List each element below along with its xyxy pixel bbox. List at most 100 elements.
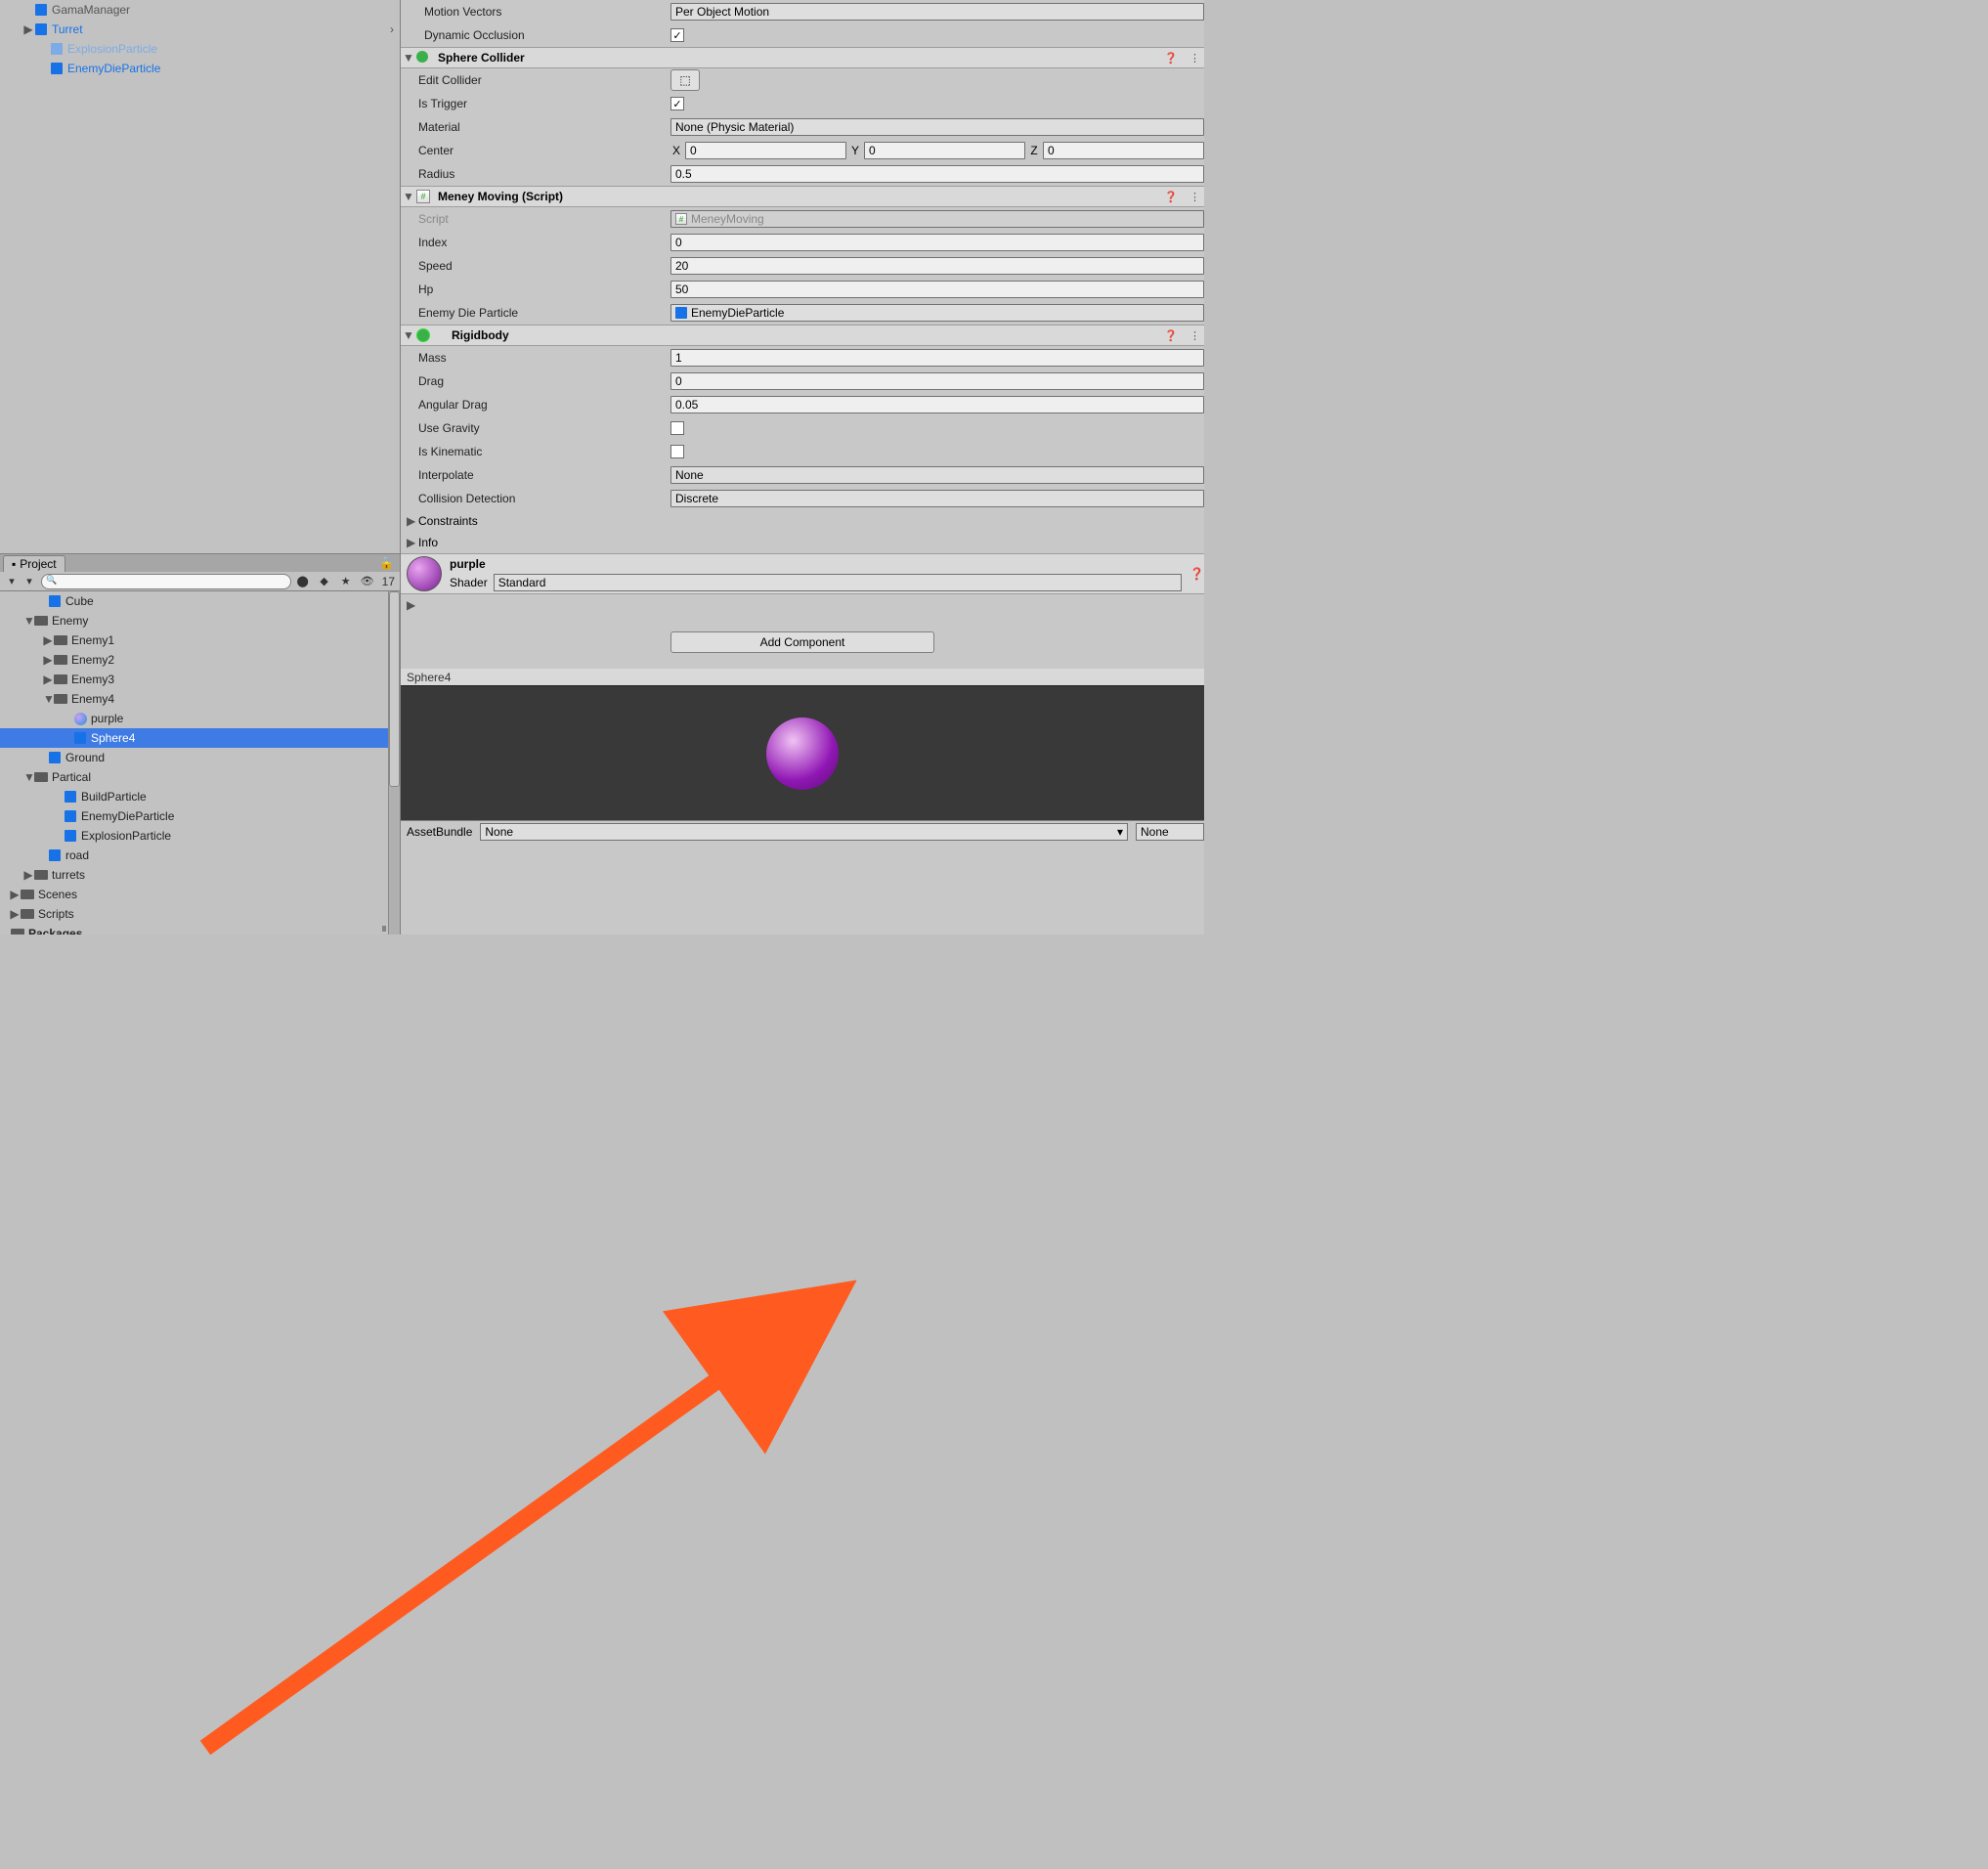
component-menu-icon[interactable]: ⋮	[1186, 329, 1204, 342]
help-icon[interactable]: ❓	[1160, 329, 1182, 342]
expand-arrow-icon[interactable]: ▼	[23, 770, 33, 784]
project-item[interactable]: BuildParticle	[0, 787, 400, 806]
index-label: Index	[407, 236, 670, 249]
assetbundle-name-dropdown[interactable]: None▾	[480, 823, 1128, 841]
create-dropdown[interactable]: ▾	[2, 573, 22, 590]
expand-arrow-icon[interactable]: ▶	[43, 673, 53, 686]
expand-arrow-icon[interactable]: ▶	[23, 22, 33, 36]
help-icon[interactable]: ❓	[1189, 567, 1204, 581]
assetbundle-variant-dropdown[interactable]: None	[1136, 823, 1204, 841]
is-kinematic-checkbox[interactable]	[670, 445, 684, 458]
expand-arrow-icon[interactable]: ▶	[43, 653, 53, 667]
help-icon[interactable]: ❓	[1160, 52, 1182, 65]
radius-input[interactable]	[670, 165, 1204, 183]
project-tab[interactable]: ▪ Project	[3, 555, 65, 572]
hierarchy-item-label: GamaManager	[52, 3, 400, 17]
folder-icon	[53, 632, 68, 648]
project-item[interactable]: ▶Enemy1	[0, 630, 400, 650]
project-item-label: turrets	[52, 868, 400, 882]
component-menu-icon[interactable]: ⋮	[1186, 52, 1204, 65]
expand-arrow-icon[interactable]: ▼	[43, 692, 53, 706]
sphere-collider-header[interactable]: ▼ Sphere Collider ❓ ⋮	[401, 47, 1204, 68]
project-item-label: road	[65, 848, 400, 862]
hp-input[interactable]	[670, 281, 1204, 298]
mass-input[interactable]	[670, 349, 1204, 367]
edit-collider-button[interactable]: ⬚	[670, 69, 700, 91]
project-item[interactable]: ▶Enemy2	[0, 650, 400, 670]
is-trigger-checkbox[interactable]	[670, 97, 684, 110]
is-trigger-label: Is Trigger	[407, 97, 670, 110]
project-item[interactable]: Sphere4	[0, 728, 400, 748]
assetbundle-label: AssetBundle	[407, 825, 472, 839]
enemy-die-label: Enemy Die Particle	[407, 306, 670, 320]
save-search-icon[interactable]: ★	[336, 573, 356, 590]
project-item-label: ExplosionParticle	[81, 829, 400, 843]
drag-input[interactable]	[670, 372, 1204, 390]
material-name: purple	[450, 557, 1182, 571]
project-item[interactable]: EnemyDieParticle	[0, 806, 400, 826]
project-icon-size-slider[interactable]	[382, 926, 386, 932]
component-menu-icon[interactable]: ⋮	[1186, 191, 1204, 203]
hidden-packages-icon[interactable]: 👁	[358, 573, 377, 590]
hierarchy-item[interactable]: EnemyDieParticle	[0, 59, 400, 78]
project-item[interactable]: ▶ turrets	[0, 865, 400, 885]
hierarchy-item[interactable]: ExplosionParticle	[0, 39, 400, 59]
center-y-input[interactable]	[864, 142, 1025, 159]
center-x-input[interactable]	[685, 142, 846, 159]
project-search-input[interactable]	[41, 574, 291, 589]
preview-viewport[interactable]	[401, 686, 1204, 820]
lock-icon[interactable]: 🔒	[379, 556, 400, 570]
shader-dropdown[interactable]: Standard	[494, 574, 1182, 591]
project-item[interactable]: Packages	[0, 924, 400, 934]
gameobject-icon	[675, 307, 687, 319]
prefab-icon	[63, 789, 78, 804]
dynamic-occlusion-checkbox[interactable]	[670, 28, 684, 42]
create-dropdown-2[interactable]: ▾	[20, 573, 39, 590]
center-z-input[interactable]	[1043, 142, 1204, 159]
filter-by-label-icon[interactable]: ◆	[315, 573, 334, 590]
expand-arrow-icon[interactable]: ▼	[23, 614, 33, 628]
enemy-die-particle-field[interactable]: EnemyDieParticle	[670, 304, 1204, 322]
rigidbody-header[interactable]: ▼ Rigidbody ❓ ⋮	[401, 325, 1204, 346]
project-item[interactable]: ▼Enemy4	[0, 689, 400, 709]
project-item[interactable]: ExplosionParticle	[0, 826, 400, 846]
constraints-foldout[interactable]: ▶Constraints	[401, 510, 1204, 532]
index-input[interactable]	[670, 234, 1204, 251]
project-tab-icon: ▪	[12, 557, 16, 571]
motion-vectors-dropdown[interactable]: Per Object Motion	[670, 3, 1204, 21]
angular-drag-input[interactable]	[670, 396, 1204, 413]
use-gravity-checkbox[interactable]	[670, 421, 684, 435]
collider-material-field[interactable]: None (Physic Material)	[670, 118, 1204, 136]
project-item[interactable]: ▼Enemy	[0, 611, 400, 630]
meney-moving-header[interactable]: ▼ # Meney Moving (Script) ❓ ⋮	[401, 186, 1204, 207]
folder-icon	[53, 672, 68, 687]
project-item[interactable]: purple	[0, 709, 400, 728]
hierarchy-item[interactable]: ▶Turret›	[0, 20, 400, 39]
expand-arrow-icon[interactable]: ▶	[43, 633, 53, 647]
project-item[interactable]: road	[0, 846, 400, 865]
help-icon[interactable]: ❓	[1160, 191, 1182, 203]
project-item[interactable]: Ground	[0, 748, 400, 767]
material-foldout[interactable]: ▶	[401, 594, 1204, 616]
project-item[interactable]: ▶Scenes	[0, 885, 400, 904]
dynamic-occlusion-label: Dynamic Occlusion	[407, 28, 670, 42]
info-foldout[interactable]: ▶Info	[401, 532, 1204, 553]
project-item[interactable]: ▶Scripts	[0, 904, 400, 924]
interpolate-dropdown[interactable]: None	[670, 466, 1204, 484]
prefab-icon	[63, 828, 78, 844]
project-item[interactable]: Cube	[0, 591, 400, 611]
expand-arrow-icon[interactable]: ▶	[23, 868, 33, 882]
filter-by-type-icon[interactable]: ⬤	[293, 573, 313, 590]
add-component-button[interactable]: Add Component	[670, 631, 934, 653]
chevron-right-icon[interactable]: ›	[390, 22, 400, 36]
project-scrollbar[interactable]	[388, 591, 400, 934]
expand-arrow-icon[interactable]: ▶	[10, 888, 20, 901]
project-item[interactable]: ▶Enemy3	[0, 670, 400, 689]
collision-detection-dropdown[interactable]: Discrete	[670, 490, 1204, 507]
speed-input[interactable]	[670, 257, 1204, 275]
project-item[interactable]: ▼Partical	[0, 767, 400, 787]
expand-arrow-icon[interactable]: ▶	[10, 907, 20, 921]
preview-header[interactable]: Sphere4	[401, 669, 1204, 686]
project-scrollbar-thumb[interactable]	[389, 591, 400, 787]
hierarchy-item[interactable]: GamaManager	[0, 0, 400, 20]
